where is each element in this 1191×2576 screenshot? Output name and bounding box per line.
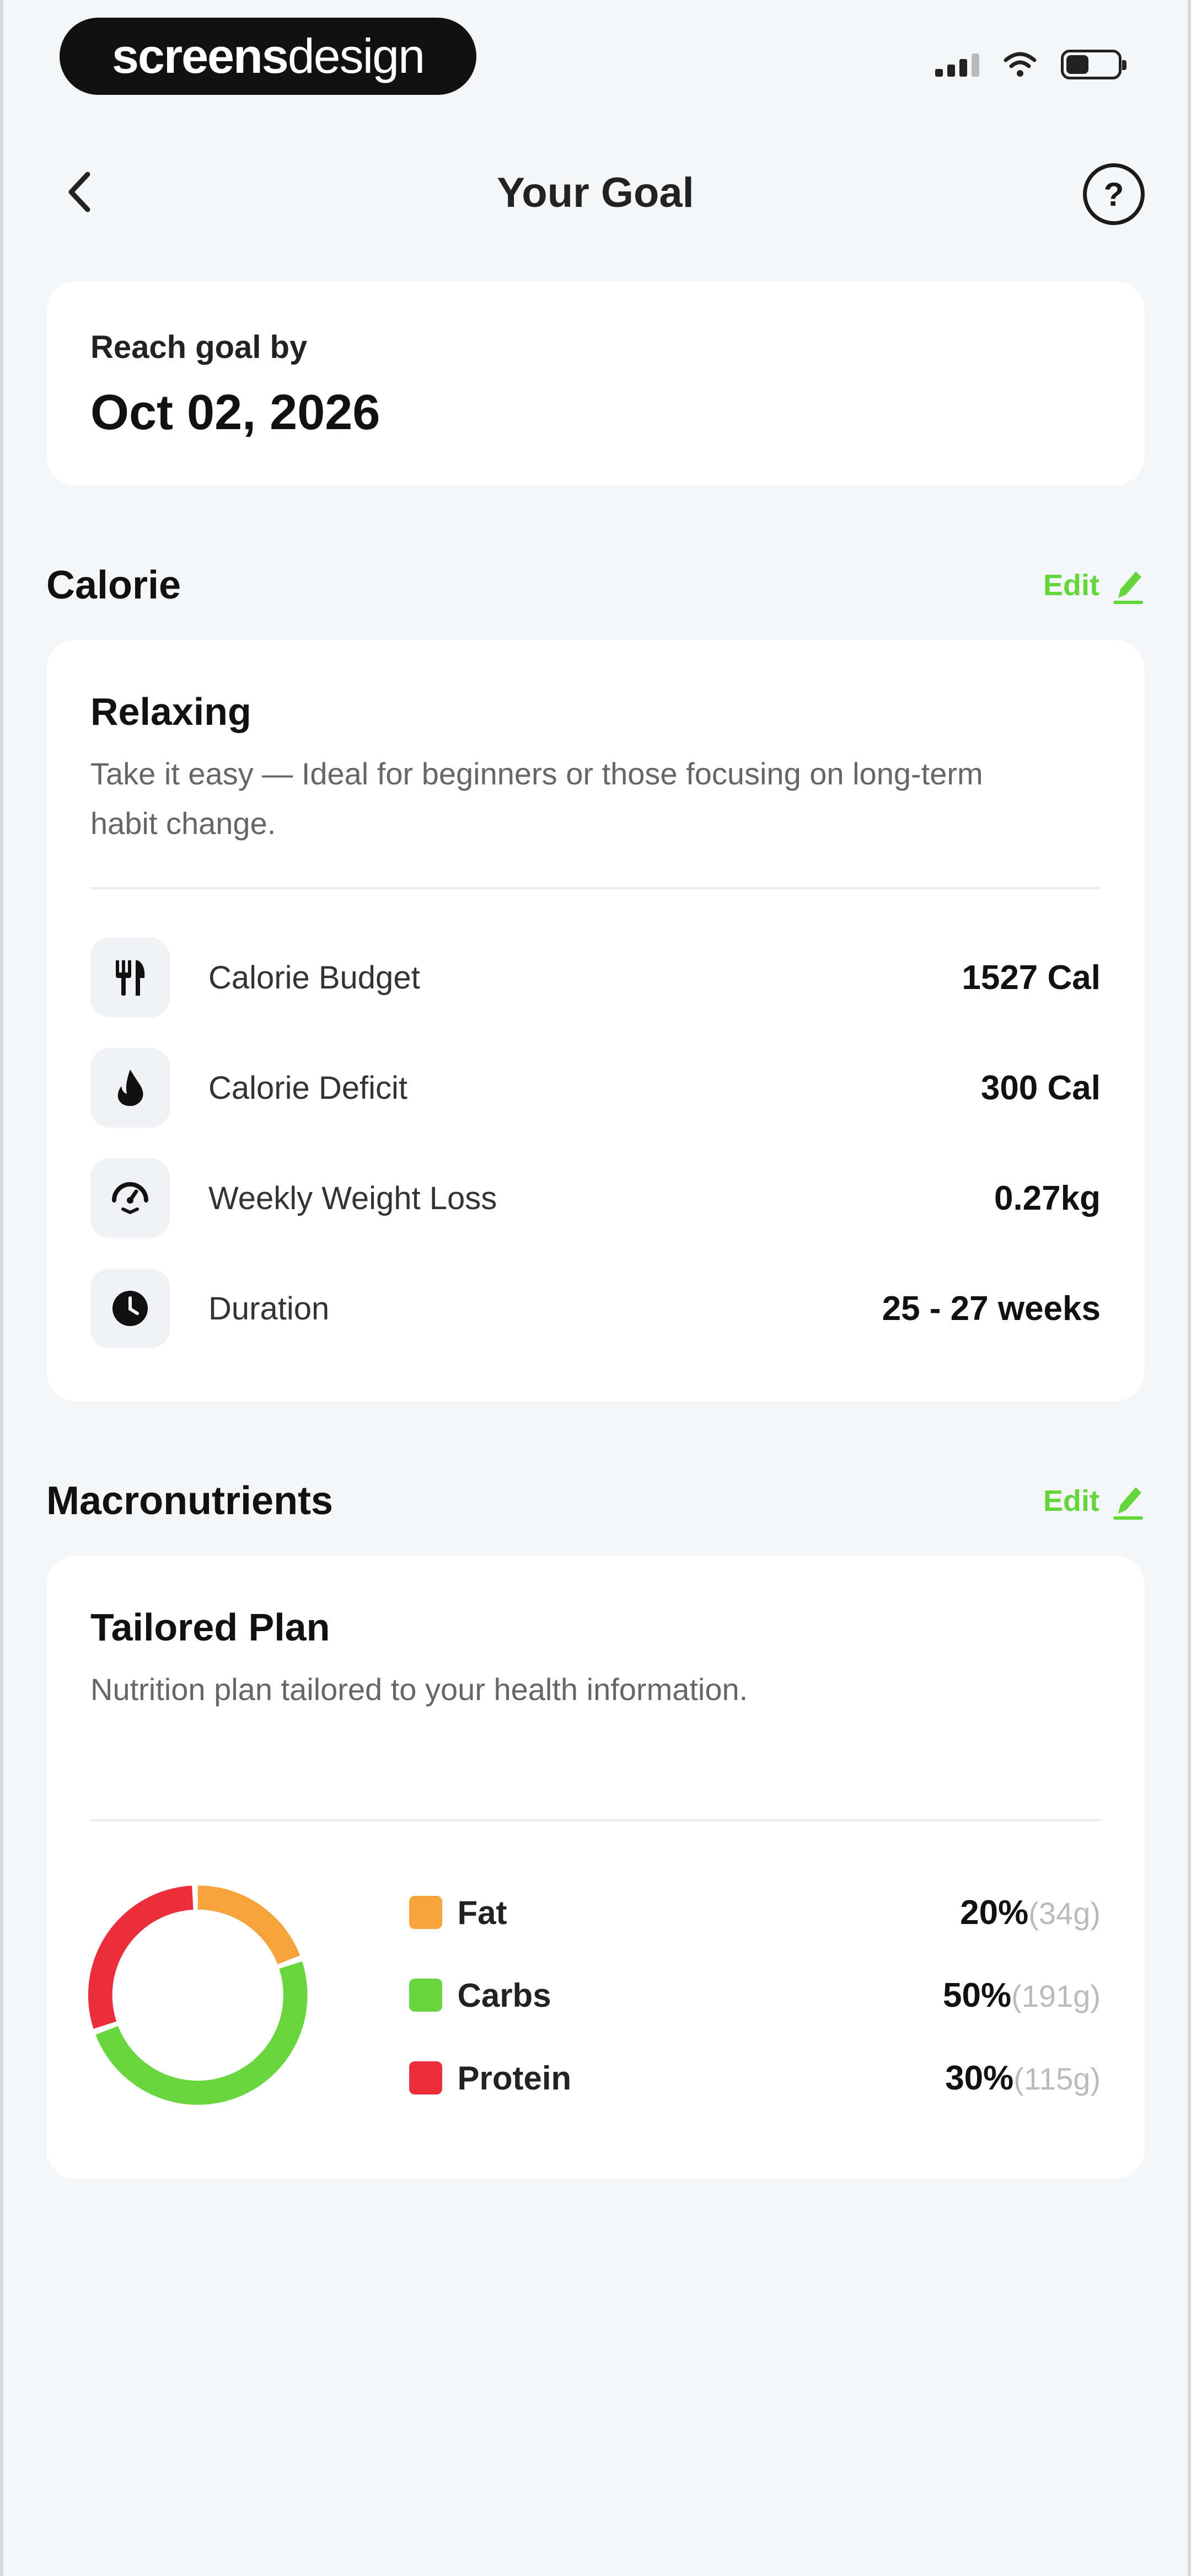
macros-plan-description: Nutrition plan tailored to your health i…: [90, 1672, 748, 1707]
stat-row-calorie-deficit: Calorie Deficit 300 Cal: [90, 1033, 1101, 1143]
legend-grams: (115g): [1013, 2061, 1101, 2096]
stat-value: 25 - 27 weeks: [882, 1289, 1101, 1328]
carbs-swatch: [409, 1979, 442, 2012]
stat-label: Calorie Budget: [208, 959, 420, 996]
legend-name: Carbs: [457, 1976, 551, 2014]
fat-swatch: [409, 1896, 442, 1929]
macros-legend: Fat 20%(34g) Carbs 50%(191g) Protein 30%…: [409, 1871, 1101, 2119]
clock-icon: [90, 1269, 170, 1348]
brand-text-light: design: [287, 29, 425, 83]
goal-date: Oct 02, 2026: [90, 385, 380, 440]
scale-icon: [90, 1158, 170, 1238]
wifi-icon: [1004, 52, 1037, 77]
stat-label: Duration: [208, 1290, 330, 1327]
macros-donut-chart: [88, 1885, 308, 2105]
divider: [90, 1819, 1101, 1821]
stat-value: 1527 Cal: [962, 958, 1101, 997]
battery-icon: [1061, 50, 1126, 79]
stat-value: 0.27kg: [994, 1179, 1101, 1217]
legend-percent: 30%: [945, 2059, 1014, 2097]
legend-percent: 50%: [943, 1976, 1012, 2014]
goal-label: Reach goal by: [90, 329, 308, 365]
calorie-card: Relaxing Take it easy — Ideal for beginn…: [46, 640, 1145, 1401]
pencil-icon: [1113, 571, 1143, 604]
flame-icon: [90, 1048, 170, 1127]
legend-percent: 20%: [960, 1893, 1029, 1932]
stat-value: 300 Cal: [980, 1068, 1101, 1107]
page-title: Your Goal: [497, 169, 694, 216]
nav-header: Your Goal ?: [0, 143, 1191, 243]
pencil-icon: [1113, 1487, 1143, 1520]
divider: [90, 887, 1101, 889]
stat-label: Calorie Deficit: [208, 1070, 407, 1106]
macros-edit-button[interactable]: Edit: [1043, 1482, 1145, 1520]
macros-card: Tailored Plan Nutrition plan tailored to…: [46, 1556, 1145, 2179]
legend-row-protein: Protein 30%(115g): [409, 2037, 1101, 2119]
cellular-signal-icon: [935, 52, 979, 77]
legend-row-fat: Fat 20%(34g): [409, 1871, 1101, 1954]
calorie-plan-description: Take it easy — Ideal for beginners or th…: [90, 756, 983, 841]
stat-row-duration: Duration 25 - 27 weeks: [90, 1253, 1101, 1364]
goal-date-card[interactable]: Reach goal by Oct 02, 2026: [46, 281, 1145, 485]
legend-grams: (34g): [1028, 1895, 1101, 1931]
calorie-edit-label: Edit: [1043, 569, 1099, 602]
calorie-section-title: Calorie: [46, 563, 181, 607]
calorie-edit-button[interactable]: Edit: [1043, 566, 1145, 605]
macros-section-header: Macronutrients Edit: [46, 1471, 1145, 1531]
brand-logo: screens design: [60, 18, 476, 95]
legend-grams: (191g): [1011, 1978, 1101, 2013]
macros-edit-label: Edit: [1043, 1484, 1099, 1517]
brand-text-bold: screens: [111, 29, 289, 83]
legend-name: Fat: [457, 1894, 507, 1931]
legend-row-carbs: Carbs 50%(191g): [409, 1954, 1101, 2037]
stat-label: Weekly Weight Loss: [208, 1180, 497, 1216]
macros-section-title: Macronutrients: [46, 1479, 334, 1523]
utensils-icon: [90, 938, 170, 1017]
legend-name: Protein: [457, 2059, 572, 2097]
stat-row-calorie-budget: Calorie Budget 1527 Cal: [90, 922, 1101, 1033]
stat-row-weekly-weight-loss: Weekly Weight Loss 0.27kg: [90, 1143, 1101, 1253]
status-bar: screens design: [0, 0, 1191, 121]
calorie-plan-name: Relaxing: [90, 690, 251, 733]
macros-plan-name: Tailored Plan: [90, 1606, 330, 1649]
help-icon: ?: [1103, 175, 1124, 213]
status-icons: [935, 50, 1126, 79]
calorie-section-header: Calorie Edit: [46, 555, 1145, 616]
help-button[interactable]: ?: [1083, 163, 1145, 225]
protein-swatch: [409, 2061, 442, 2094]
